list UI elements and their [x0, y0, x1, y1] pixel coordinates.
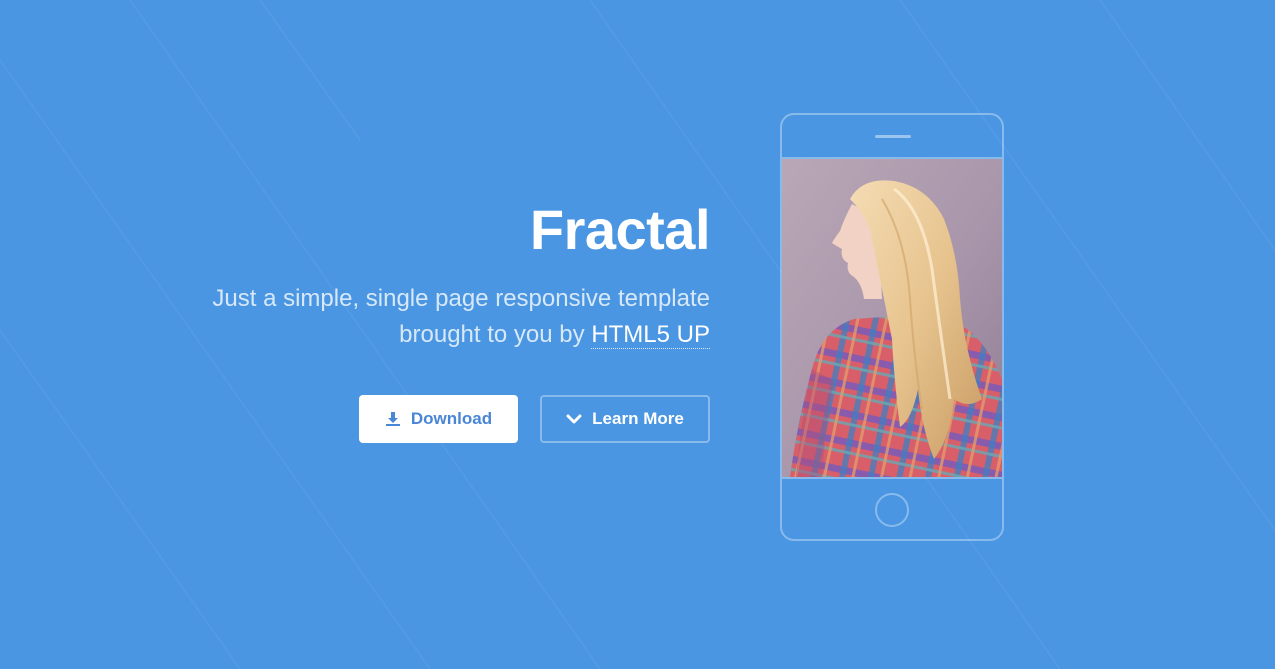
hero-actions: Download Learn More — [359, 395, 710, 443]
phone-speaker — [875, 135, 911, 138]
learn-more-button[interactable]: Learn More — [540, 395, 710, 443]
html5up-link[interactable]: HTML5 UP — [591, 321, 710, 349]
page-title: Fractal — [529, 198, 711, 261]
hero-subtitle: Just a simple, single page responsive te… — [190, 281, 710, 353]
download-button-label: Download — [410, 409, 493, 428]
chevron-down-icon — [566, 413, 582, 425]
hero-text: Fractal Just a simple, single page respo… — [190, 195, 711, 353]
learn-more-button-label: Learn More — [592, 409, 684, 428]
phone-mockup — [780, 113, 1004, 541]
woman-photo — [782, 159, 1002, 477]
phone-home-button — [875, 493, 909, 527]
download-icon — [385, 411, 401, 427]
download-button[interactable]: Download — [359, 395, 518, 443]
phone-screen — [782, 157, 1002, 479]
